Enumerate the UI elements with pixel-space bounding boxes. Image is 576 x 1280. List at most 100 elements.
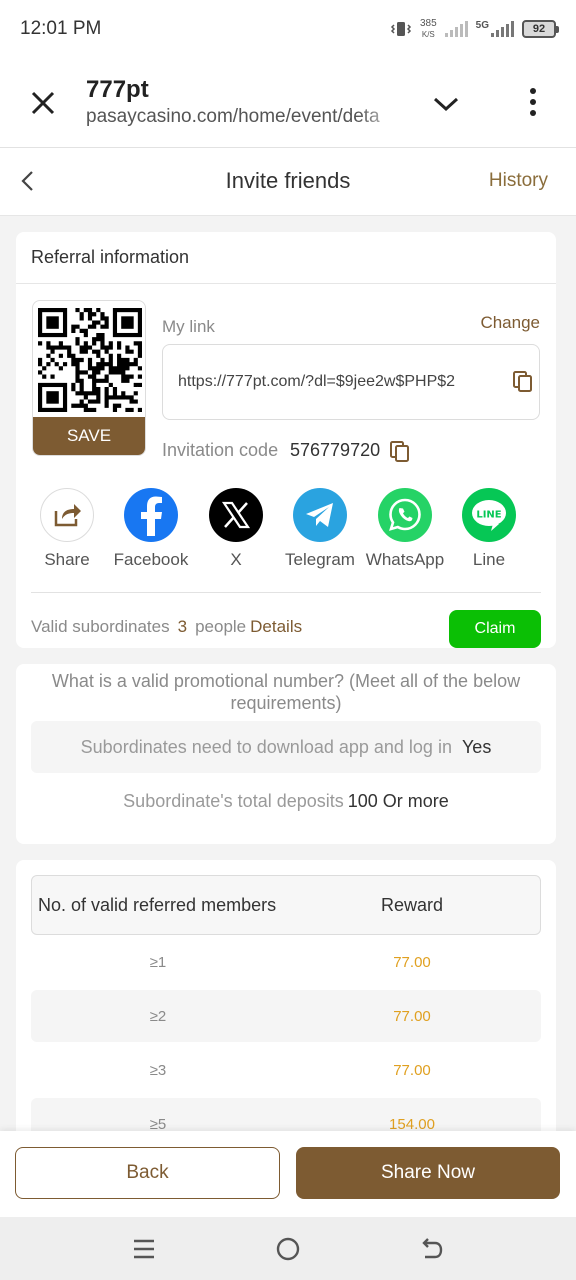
referral-section-title: Referral information: [16, 232, 556, 284]
dot-icon: [530, 110, 536, 116]
home-button[interactable]: [274, 1235, 302, 1263]
qr-code-image: [38, 308, 142, 412]
browser-title: 777pt: [86, 75, 149, 103]
net-speed: 385 K/S: [420, 18, 437, 40]
rewards-table-header: No. of valid referred members Reward: [31, 875, 541, 935]
facebook-icon: [124, 488, 178, 542]
referral-link-text: https://777pt.com/?dl=$9jee2w$PHP$2: [178, 373, 456, 390]
referral-link-field[interactable]: https://777pt.com/?dl=$9jee2w$PHP$2: [162, 344, 540, 420]
dot-icon: [530, 88, 536, 94]
share-option-label: Share: [44, 550, 90, 569]
share-now-button[interactable]: Share Now: [296, 1147, 560, 1199]
x-icon: [209, 488, 263, 542]
telegram-icon: [293, 488, 347, 542]
valid-subordinates-count: 3: [177, 617, 188, 636]
expand-button[interactable]: [428, 86, 464, 122]
requirement-row: Subordinates need to download app and lo…: [31, 721, 541, 773]
share-option-telegram[interactable]: Telegram: [278, 488, 362, 570]
chevron-down-icon: [433, 97, 459, 112]
table-row: ≥1 77.00: [31, 936, 541, 988]
share-option-whatsapp[interactable]: WhatsApp: [363, 488, 447, 570]
column-header-reward: Reward: [380, 894, 444, 915]
invitation-code: 576779720: [290, 440, 381, 460]
net-speed-value: 385: [419, 18, 437, 29]
page-header: Invite friends History: [0, 148, 576, 216]
referral-card: Referral information SAVE My link Change…: [16, 232, 556, 648]
history-link[interactable]: History: [489, 170, 548, 192]
change-link-button[interactable]: Change: [480, 313, 540, 333]
system-back-button[interactable]: [418, 1235, 446, 1263]
status-indicators: 385 K/S 5G 92: [390, 18, 559, 40]
share-option-facebook[interactable]: Facebook: [109, 488, 193, 570]
reward-cell: 154.00: [389, 1115, 435, 1132]
status-time: 12:01 PM: [20, 18, 102, 39]
table-row: ≥5 154.00: [31, 1098, 541, 1131]
line-icon: LINE: [462, 488, 516, 542]
net-speed-unit: K/S: [421, 30, 435, 39]
share-option-label: Line: [472, 550, 506, 569]
vibrate-icon: [390, 22, 412, 36]
reward-cell: 77.00: [393, 953, 431, 971]
network-type: 5G: [475, 20, 489, 31]
requirements-card: What is a valid promotional number? (Mee…: [16, 664, 556, 844]
members-cell: ≥3: [149, 1061, 167, 1079]
requirement-row: Subordinate's total deposits 100 Or more: [31, 775, 541, 827]
my-link-label: My link: [162, 317, 215, 336]
rewards-card: No. of valid referred members Reward ≥1 …: [16, 860, 556, 1131]
bottom-action-bar: Back Share Now: [0, 1131, 576, 1217]
share-option-share[interactable]: Share: [25, 488, 109, 570]
members-cell: ≥5: [149, 1115, 167, 1132]
reward-cell: 77.00: [393, 1007, 431, 1025]
reward-cell: 77.00: [393, 1061, 431, 1079]
battery-level: 92: [532, 23, 546, 35]
close-icon: [31, 91, 55, 114]
copy-icon[interactable]: [513, 371, 533, 393]
requirement-value: 100 Or more: [347, 790, 449, 811]
requirement-label: Subordinate's total deposits: [123, 790, 344, 811]
browser-url[interactable]: pasaycasino.com/home/event/deta: [86, 104, 406, 130]
share-option-label: WhatsApp: [365, 550, 445, 569]
share-option-label: Telegram: [285, 550, 355, 569]
column-header-members: No. of valid referred members: [38, 894, 277, 915]
back-action-button[interactable]: Back: [15, 1147, 280, 1199]
share-options: Share Facebook X Telegram WhatsApp LINE …: [16, 488, 556, 572]
browser-titles: 777pt pasaycasino.com/home/event/deta: [86, 76, 406, 130]
dot-icon: [530, 99, 536, 105]
menu-lines-icon: [134, 1239, 154, 1259]
recent-apps-button[interactable]: [130, 1235, 158, 1263]
status-bar: 12:01 PM 385 K/S 5G 92: [0, 0, 576, 58]
close-button[interactable]: [0, 58, 86, 148]
invitation-code-label: Invitation code: [162, 440, 279, 460]
members-cell: ≥2: [149, 1007, 167, 1025]
page-content[interactable]: Referral information SAVE My link Change…: [0, 216, 576, 1131]
claim-button[interactable]: Claim: [449, 610, 541, 648]
table-row: ≥3 77.00: [31, 1044, 541, 1096]
details-link[interactable]: Details: [250, 617, 302, 637]
requirement-value: Yes: [461, 736, 492, 757]
share-option-label: X: [230, 550, 242, 569]
battery-icon: 92: [522, 20, 559, 38]
requirements-title: What is a valid promotional number? (Mee…: [51, 671, 521, 713]
svg-text:LINE: LINE: [476, 510, 501, 521]
share-option-label: Facebook: [113, 550, 189, 569]
qr-code-box: SAVE: [32, 300, 146, 456]
requirement-label: Subordinates need to download app and lo…: [80, 736, 452, 757]
browser-toolbar: 777pt pasaycasino.com/home/event/deta: [0, 58, 576, 148]
wifi-signal-icon: [444, 21, 468, 37]
system-navigation-bar: [0, 1217, 576, 1280]
members-cell: ≥1: [149, 953, 167, 971]
save-qr-button[interactable]: SAVE: [33, 417, 145, 455]
share-icon: [40, 488, 94, 542]
home-circle-icon: [276, 1237, 300, 1261]
share-option-line[interactable]: LINE Line: [447, 488, 531, 570]
cell-signal-icon: [491, 21, 514, 37]
share-option-x[interactable]: X: [194, 488, 278, 570]
divider: [31, 592, 541, 593]
copy-code-icon[interactable]: [390, 441, 410, 463]
valid-subordinates-row: Valid subordinates 3 people Details: [31, 608, 302, 646]
people-label: people: [195, 617, 247, 636]
valid-subordinates-label: Valid subordinates: [31, 617, 170, 636]
whatsapp-icon: [378, 488, 432, 542]
back-arrow-icon: [422, 1238, 443, 1259]
more-menu-button[interactable]: [516, 82, 550, 122]
